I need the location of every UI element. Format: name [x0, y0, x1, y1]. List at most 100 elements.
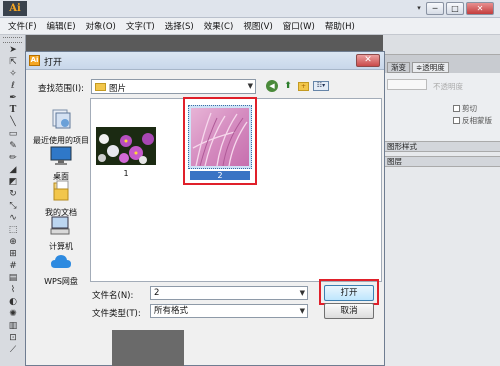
place-documents[interactable]: 我的文档 [32, 180, 90, 218]
tab-transparency[interactable]: ≑透明度 [412, 62, 449, 73]
menu-object[interactable]: 对象(O) [86, 20, 116, 32]
lasso-tool-icon[interactable]: ℓ [4, 81, 22, 92]
documents-icon [53, 180, 69, 201]
slice-tool-icon[interactable]: ⟋ [4, 345, 22, 356]
chevron-down-icon[interactable]: ▼ [300, 305, 305, 317]
file-name-1[interactable]: 1 [96, 169, 156, 178]
back-icon[interactable]: ◀ [266, 80, 278, 92]
file-preview-area [112, 330, 184, 366]
place-recent-label: 最近使用的项目 [33, 136, 89, 145]
chevron-down-icon: ▼ [247, 82, 253, 90]
pen-tool-icon[interactable]: ✒ [4, 93, 22, 104]
layers-panel-header[interactable]: 图层 [383, 156, 500, 167]
view-menu-icon[interactable]: ☷▾ [313, 81, 329, 91]
graph-tool-icon[interactable]: ▥ [4, 321, 22, 332]
eyedropper-tool-icon[interactable]: ⌇ [4, 285, 22, 296]
perspective-grid-tool-icon[interactable]: ⊞ [4, 249, 22, 260]
app-title-bar: Ai ▾ ─ □ ✕ [0, 0, 500, 18]
paintbrush-tool-icon[interactable]: ✎ [4, 141, 22, 152]
line-tool-icon[interactable]: ╲ [4, 117, 22, 128]
folder-icon [95, 83, 106, 91]
place-wps-cloud-label: WPS网盘 [44, 277, 78, 286]
blend-tool-icon[interactable]: ◐ [4, 297, 22, 308]
workspace-dropdown-icon[interactable]: ▾ [414, 2, 424, 15]
place-desktop[interactable]: 桌面 [32, 146, 90, 182]
rectangle-tool-icon[interactable]: ▭ [4, 129, 22, 140]
place-wps-cloud[interactable]: WPS网盘 [32, 253, 90, 287]
clip-checkbox[interactable]: 剪切 [453, 103, 477, 114]
gradient-tool-icon[interactable]: ▤ [4, 273, 22, 284]
tab-gradient[interactable]: 渐变 [387, 62, 410, 73]
menu-help[interactable]: 帮助(H) [325, 20, 355, 32]
direct-selection-tool-icon[interactable]: ⇱ [4, 57, 22, 68]
places-bar: 最近使用的项目 桌面 我的文档 计算机 WPS网盘 [32, 98, 90, 296]
file-list-area[interactable]: 1 2 [90, 97, 382, 282]
desktop-icon [50, 146, 72, 165]
place-recent[interactable]: 最近使用的项目 [32, 108, 90, 146]
menu-effect[interactable]: 效果(C) [204, 20, 234, 32]
pencil-tool-icon[interactable]: ✏ [4, 153, 22, 164]
dialog-title-bar: Ai 打开 ✕ [26, 52, 384, 70]
place-computer[interactable]: 计算机 [32, 216, 90, 252]
filetype-select[interactable]: 所有格式 ▼ [150, 304, 308, 318]
illustrator-logo: Ai [3, 1, 27, 16]
warp-tool-icon[interactable]: ∿ [4, 213, 22, 224]
symbol-sprayer-tool-icon[interactable]: ✺ [4, 309, 22, 320]
scale-tool-icon[interactable]: ⤡ [4, 201, 22, 212]
menu-bar: 文件(F) 编辑(E) 对象(O) 文字(T) 选择(S) 效果(C) 视图(V… [0, 18, 500, 35]
opacity-label: 不透明度 [433, 82, 463, 91]
tools-panel: ➤ ⇱ ✧ ℓ ✒ T ╲ ▭ ✎ ✏ ◢ ◩ ↻ ⤡ ∿ ⬚ ⊕ ⊞ # ▤ … [0, 35, 26, 366]
lookin-label: 查找范围(I): [38, 84, 85, 94]
lookin-dropdown[interactable]: 图片 ▼ [91, 79, 256, 94]
toolbar-grip[interactable] [3, 37, 22, 43]
filename-label: 文件名(N): [92, 291, 134, 301]
pink-grass-image [191, 108, 249, 167]
layers-panel [383, 167, 500, 366]
menu-file[interactable]: 文件(F) [8, 20, 37, 32]
clip-label: 剪切 [462, 104, 477, 113]
filetype-label: 文件类型(T): [92, 309, 141, 319]
mesh-tool-icon[interactable]: # [4, 261, 22, 272]
rotate-tool-icon[interactable]: ↻ [4, 189, 22, 200]
computer-icon [50, 216, 70, 235]
blend-mode-select[interactable] [387, 79, 427, 90]
magic-wand-tool-icon[interactable]: ✧ [4, 69, 22, 80]
dialog-title: 打开 [44, 58, 63, 68]
shape-builder-tool-icon[interactable]: ⊕ [4, 237, 22, 248]
place-computer-label: 计算机 [49, 242, 73, 251]
flowers-image [96, 127, 156, 165]
transparency-panel-tabs: 渐变 ≑透明度 [383, 62, 500, 73]
filename-value: 2 [154, 288, 160, 298]
type-tool-icon[interactable]: T [4, 105, 22, 116]
open-file-dialog: Ai 打开 ✕ 查找范围(I): 图片 ▼ ◀ ⬆ + ☷▾ 最近使用的项目 桌… [25, 51, 385, 366]
open-button[interactable]: 打开 [324, 285, 374, 301]
panel-collapse-strip[interactable] [383, 35, 500, 55]
minimize-button[interactable]: ─ [426, 2, 444, 15]
restore-button[interactable]: □ [446, 2, 464, 15]
filename-input[interactable]: 2 ▼ [150, 286, 308, 300]
file-thumbnail-pink[interactable] [188, 105, 252, 169]
invert-mask-checkbox[interactable]: 反相蒙版 [453, 115, 492, 126]
eraser-tool-icon[interactable]: ◩ [4, 177, 22, 188]
graphic-styles-panel-header[interactable]: 图形样式 [383, 141, 500, 152]
selection-tool-icon[interactable]: ➤ [4, 45, 22, 56]
chevron-down-icon[interactable]: ▼ [300, 287, 305, 299]
filetype-value: 所有格式 [154, 306, 189, 316]
menu-view[interactable]: 视图(V) [243, 20, 272, 32]
new-folder-icon[interactable]: + [298, 81, 309, 91]
menu-type[interactable]: 文字(T) [126, 20, 155, 32]
up-folder-icon[interactable]: ⬆ [282, 80, 294, 92]
free-transform-tool-icon[interactable]: ⬚ [4, 225, 22, 236]
dialog-close-button[interactable]: ✕ [356, 54, 380, 67]
menu-window[interactable]: 窗口(W) [283, 20, 315, 32]
blob-brush-tool-icon[interactable]: ◢ [4, 165, 22, 176]
menu-select[interactable]: 选择(S) [165, 20, 194, 32]
window-controls: ▾ ─ □ ✕ [414, 2, 494, 15]
file-name-2[interactable]: 2 [190, 171, 250, 180]
cancel-button[interactable]: 取消 [324, 303, 374, 319]
menu-edit[interactable]: 编辑(E) [47, 20, 76, 32]
file-thumbnail-flowers[interactable] [96, 127, 156, 165]
cloud-icon [51, 255, 71, 268]
artboard-tool-icon[interactable]: ⊡ [4, 333, 22, 344]
close-button[interactable]: ✕ [466, 2, 494, 15]
